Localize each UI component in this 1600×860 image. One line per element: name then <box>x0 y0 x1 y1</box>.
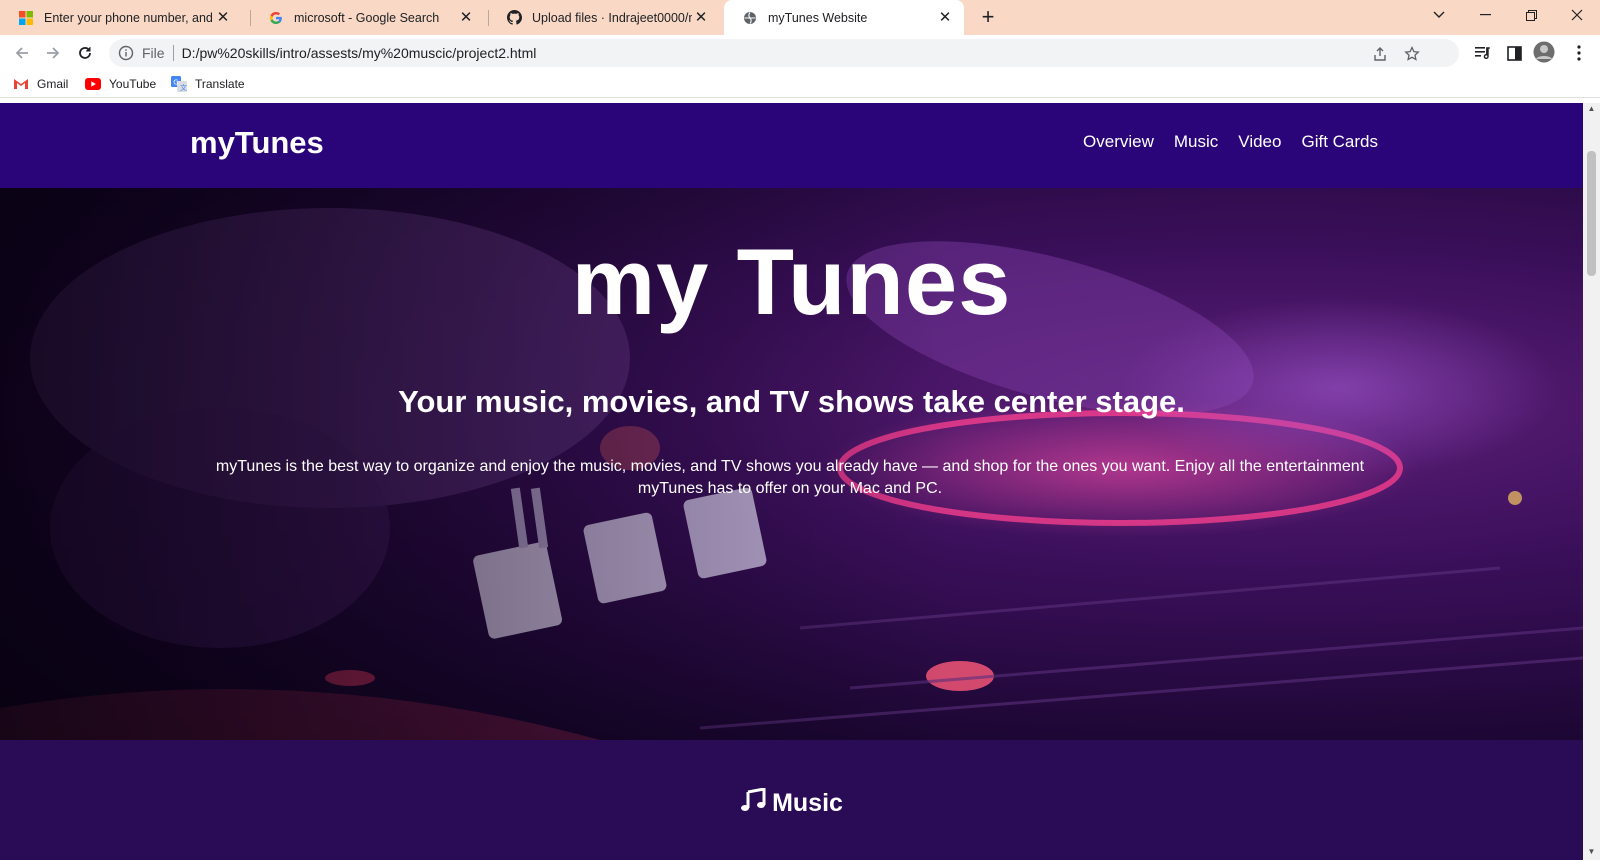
forward-arrow-icon[interactable] <box>40 40 66 66</box>
reload-icon[interactable] <box>72 40 98 66</box>
bookmarks-bar: Gmail YouTube G文 Translate <box>0 70 1600 98</box>
svg-text:文: 文 <box>180 83 187 92</box>
more-menu-icon[interactable] <box>1570 44 1588 62</box>
close-tab-icon[interactable]: ✕ <box>214 9 232 27</box>
scroll-up-arrow-icon[interactable]: ▲ <box>1587 105 1596 113</box>
tab-title: microsoft - Google Search <box>294 10 440 25</box>
page-scrollbar[interactable]: ▲ ▼ <box>1583 103 1600 860</box>
bookmark-star-icon[interactable] <box>1403 45 1421 63</box>
music-section-heading: Music <box>0 787 1583 819</box>
close-tab-icon[interactable]: ✕ <box>936 9 954 27</box>
tab-search-chevron-icon[interactable] <box>1416 0 1462 30</box>
hero-section: my Tunes Your music, movies, and TV show… <box>0 188 1583 740</box>
close-tab-icon[interactable]: ✕ <box>692 9 710 27</box>
site-navbar: myTunes Overview Music Video Gift Cards <box>0 103 1583 188</box>
close-window-icon[interactable] <box>1554 0 1600 30</box>
nav-link-video[interactable]: Video <box>1238 132 1281 152</box>
scrollbar-thumb[interactable] <box>1587 151 1596 276</box>
youtube-icon <box>85 77 101 91</box>
side-panel-icon[interactable] <box>1505 44 1523 62</box>
close-tab-icon[interactable]: ✕ <box>457 9 475 27</box>
address-url[interactable]: D:/pw%20skills/intro/assests/my%20muscic… <box>182 45 537 61</box>
media-control-icon[interactable] <box>1474 44 1492 62</box>
music-section-title: Music <box>772 789 843 817</box>
nav-link-overview[interactable]: Overview <box>1083 132 1154 152</box>
bookmark-gmail[interactable]: Gmail <box>13 75 68 93</box>
address-bar[interactable]: File D:/pw%20skills/intro/assests/my%20m… <box>109 39 1459 67</box>
bookmark-label: Translate <box>195 77 245 91</box>
browser-tab-bar: Enter your phone number, and w ✕ microso… <box>0 0 1600 35</box>
file-scheme-label: File <box>142 45 165 61</box>
page-viewport: myTunes Overview Music Video Gift Cards <box>0 103 1583 860</box>
bookmark-label: YouTube <box>109 77 157 91</box>
tab-title: Enter your phone number, and w <box>44 10 214 25</box>
tab-github-upload[interactable]: Upload files · Indrajeet0000/my-r ✕ <box>488 0 720 35</box>
tab-title: Upload files · Indrajeet0000/my-r <box>532 10 692 25</box>
bookmark-youtube[interactable]: YouTube <box>85 75 156 93</box>
hero-title: my Tunes <box>571 229 1012 334</box>
minimize-window-icon[interactable] <box>1462 0 1508 30</box>
tab-title: myTunes Website <box>768 10 868 25</box>
svg-text:G: G <box>173 79 178 87</box>
hero-subtitle: Your music, movies, and TV shows take ce… <box>398 384 1185 419</box>
gmail-icon <box>13 77 29 91</box>
new-tab-button[interactable]: + <box>976 6 1000 30</box>
translate-icon: G文 <box>171 76 187 92</box>
scroll-down-arrow-icon[interactable]: ▼ <box>1587 848 1596 856</box>
site-brand-logo[interactable]: myTunes <box>190 125 324 161</box>
music-note-icon <box>740 787 766 819</box>
address-divider <box>172 45 174 61</box>
music-section: Music <box>0 740 1583 860</box>
back-arrow-icon[interactable] <box>9 40 35 66</box>
nav-link-music[interactable]: Music <box>1174 132 1218 152</box>
bookmark-label: Gmail <box>37 77 69 91</box>
share-icon[interactable] <box>1371 45 1389 63</box>
nav-link-gift-cards[interactable]: Gift Cards <box>1301 132 1378 152</box>
profile-avatar-icon[interactable] <box>1533 41 1555 63</box>
tab-google-search[interactable]: microsoft - Google Search ✕ <box>250 0 485 35</box>
info-icon[interactable] <box>118 45 134 61</box>
tab-microsoft-login[interactable]: Enter your phone number, and w ✕ <box>0 0 242 35</box>
site-nav-links: Overview Music Video Gift Cards <box>1083 132 1378 152</box>
bookmark-translate[interactable]: G文 Translate <box>171 75 245 93</box>
github-icon <box>506 10 522 26</box>
globe-icon <box>742 10 758 26</box>
google-g-icon <box>268 10 284 26</box>
microsoft-logo-icon <box>18 10 34 26</box>
restore-window-icon[interactable] <box>1508 0 1554 30</box>
tab-mytunes-active[interactable]: myTunes Website ✕ <box>724 0 964 35</box>
browser-toolbar: File D:/pw%20skills/intro/assests/my%20m… <box>0 35 1600 70</box>
hero-description: myTunes is the best way to organize and … <box>215 458 1365 497</box>
